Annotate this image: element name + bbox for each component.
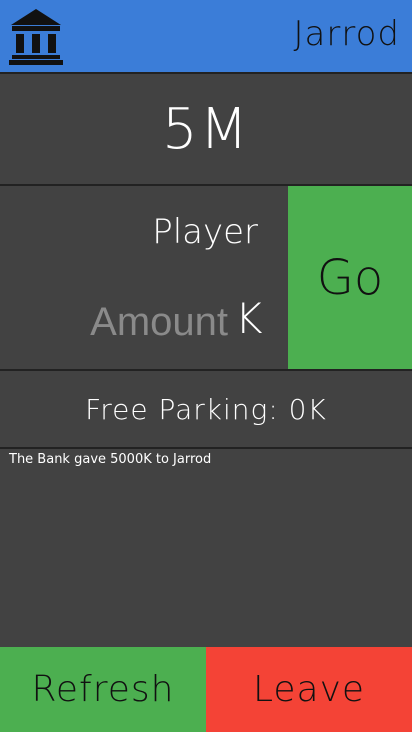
player-name: Jarrod	[293, 14, 400, 54]
transaction-log: The Bank gave 5000K to Jarrod	[0, 449, 412, 645]
log-entry: The Bank gave 5000K to Jarrod	[9, 452, 212, 467]
player-select[interactable]: Player	[152, 212, 258, 252]
refresh-button[interactable]: Refresh	[0, 647, 206, 732]
leave-button[interactable]: Leave	[206, 647, 412, 732]
free-parking: Free Parking: 0K	[0, 371, 412, 449]
balance-value: 5M	[162, 96, 250, 162]
go-button[interactable]: Go	[288, 186, 412, 369]
transfer-panel: Player K Go	[0, 186, 412, 371]
bank-icon[interactable]	[9, 7, 63, 65]
balance-panel: 5M	[0, 74, 412, 186]
amount-input[interactable]	[72, 300, 228, 344]
footer-bar: Refresh Leave	[0, 647, 412, 732]
app-header: Jarrod	[0, 0, 412, 74]
amount-unit: K	[235, 294, 263, 343]
